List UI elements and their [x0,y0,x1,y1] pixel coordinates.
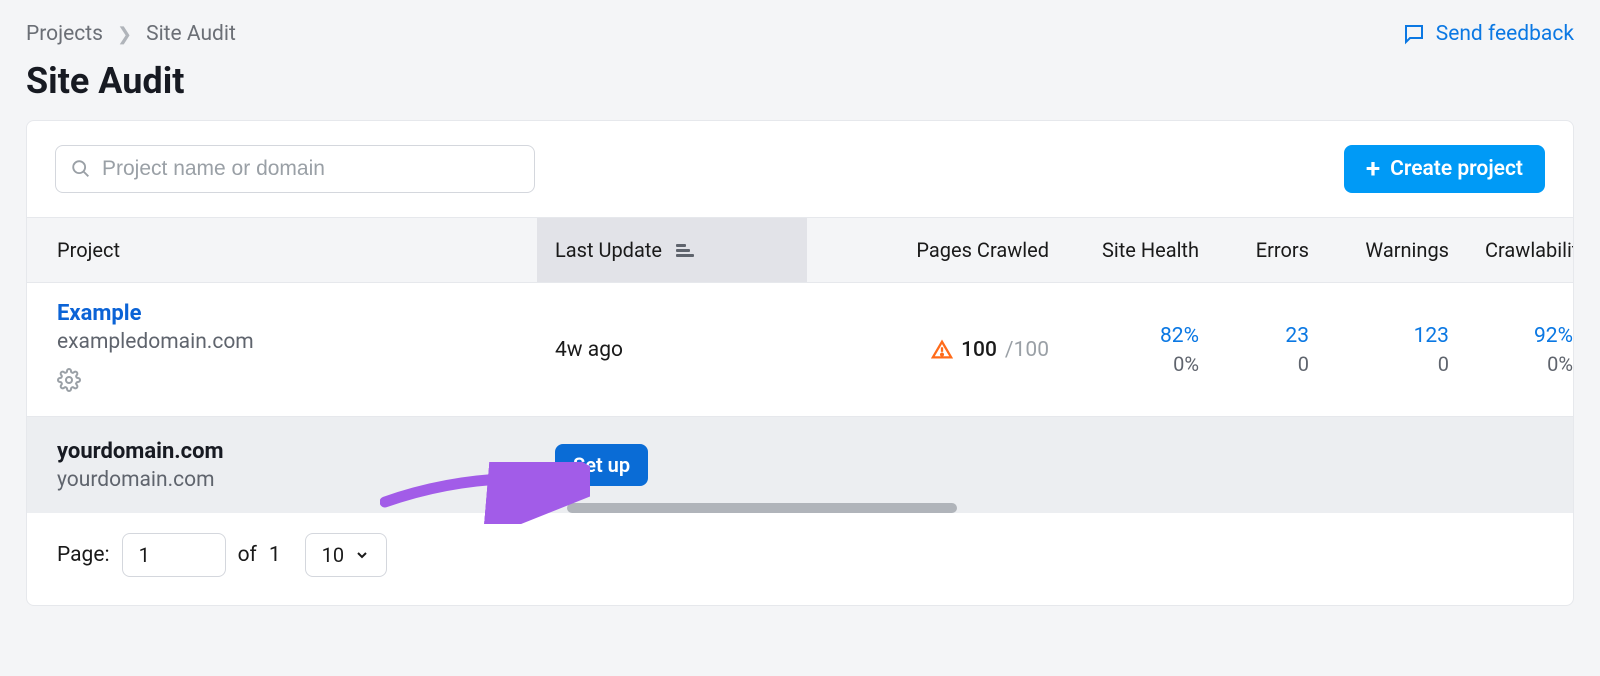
errors-delta: 0 [1235,352,1309,376]
send-feedback-label: Send feedback [1436,22,1574,46]
chat-icon [1402,22,1426,46]
horizontal-scrollbar[interactable] [567,503,957,513]
cell-crawlability: 92% 0% [1467,324,1573,376]
col-warnings[interactable]: Warnings [1327,238,1467,262]
table-row: Example exampledomain.com 4w ago 100/100… [27,283,1573,417]
table-header: Project Last Update Pages Crawled Site H… [27,217,1573,283]
breadcrumb: Projects ❯ Site Audit [26,22,236,46]
page-title: Site Audit [0,46,1600,120]
plus-icon: + [1366,156,1380,182]
col-crawlability[interactable]: Crawlabilit [1467,238,1573,262]
pages-crawled-total: /100 [1005,338,1049,362]
gear-icon [57,368,81,392]
send-feedback-link[interactable]: Send feedback [1402,22,1574,46]
cell-last-update: 4w ago [537,338,807,362]
cell-errors: 23 0 [1217,324,1327,376]
warning-icon [931,339,953,361]
site-health-delta: 0% [1085,352,1199,376]
errors-value[interactable]: 23 [1235,324,1309,348]
col-site-health[interactable]: Site Health [1067,238,1217,262]
project-name: yourdomain.com [57,439,519,464]
crawlability-delta: 0% [1485,352,1573,376]
project-domain: yourdomain.com [57,468,519,492]
table-row: yourdomain.com yourdomain.com Set up [27,417,1573,513]
project-domain: exampledomain.com [57,330,519,354]
site-health-value[interactable]: 82% [1085,324,1199,348]
col-last-update[interactable]: Last Update [537,218,807,282]
search-input[interactable] [102,157,520,181]
warnings-value[interactable]: 123 [1345,324,1449,348]
chevron-down-icon [354,547,370,563]
page-size-select[interactable]: 10 [305,533,387,577]
search-box[interactable] [55,145,535,193]
pagination: Page: 1 of 1 10 [27,513,1573,605]
col-last-update-label: Last Update [555,238,662,262]
page-of-label: of [238,543,257,567]
crawlability-value[interactable]: 92% [1485,324,1573,348]
cell-warnings: 123 0 [1327,324,1467,376]
sort-icon [676,244,694,257]
setup-button[interactable]: Set up [555,444,648,486]
col-project[interactable]: Project [27,238,537,262]
chevron-right-icon: ❯ [117,24,132,45]
cell-pages-crawled: 100/100 [825,338,1049,362]
search-icon [70,158,92,180]
page-number-input[interactable]: 1 [122,533,226,577]
project-name-link[interactable]: Example [57,301,519,326]
breadcrumb-current: Site Audit [146,22,236,46]
page-total: 1 [269,543,281,567]
project-settings-button[interactable] [57,368,519,398]
col-errors[interactable]: Errors [1217,238,1327,262]
create-project-button[interactable]: + Create project [1344,145,1545,193]
projects-panel: + Create project Project Last Update Pag… [26,120,1574,606]
breadcrumb-root[interactable]: Projects [26,22,103,46]
cell-site-health: 82% 0% [1067,324,1217,376]
page-size-value: 10 [322,543,344,567]
pages-crawled-value: 100 [961,338,997,362]
page-label: Page: [57,543,110,567]
col-pages-crawled[interactable]: Pages Crawled [807,238,1067,262]
warnings-delta: 0 [1345,352,1449,376]
create-project-label: Create project [1390,157,1523,181]
